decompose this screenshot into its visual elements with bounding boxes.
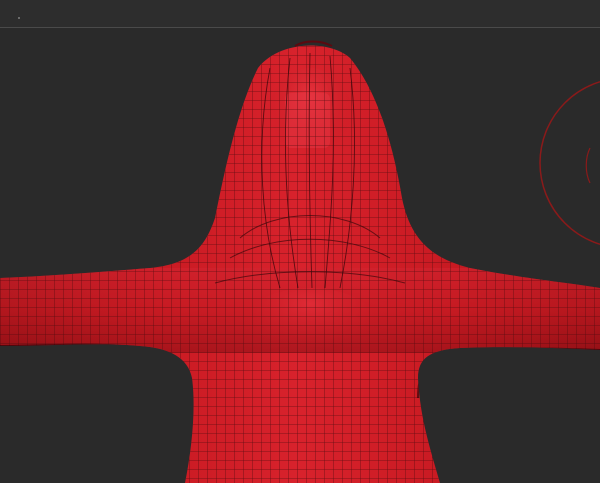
app-window <box>0 0 600 483</box>
toolbar-marker-icon <box>18 17 20 19</box>
top-toolbar <box>0 0 600 28</box>
rotate-circle-icon[interactable] <box>539 78 600 248</box>
viewport-canvas[interactable] <box>0 28 600 483</box>
mesh-model[interactable] <box>0 28 600 483</box>
3d-viewport[interactable] <box>0 28 600 483</box>
